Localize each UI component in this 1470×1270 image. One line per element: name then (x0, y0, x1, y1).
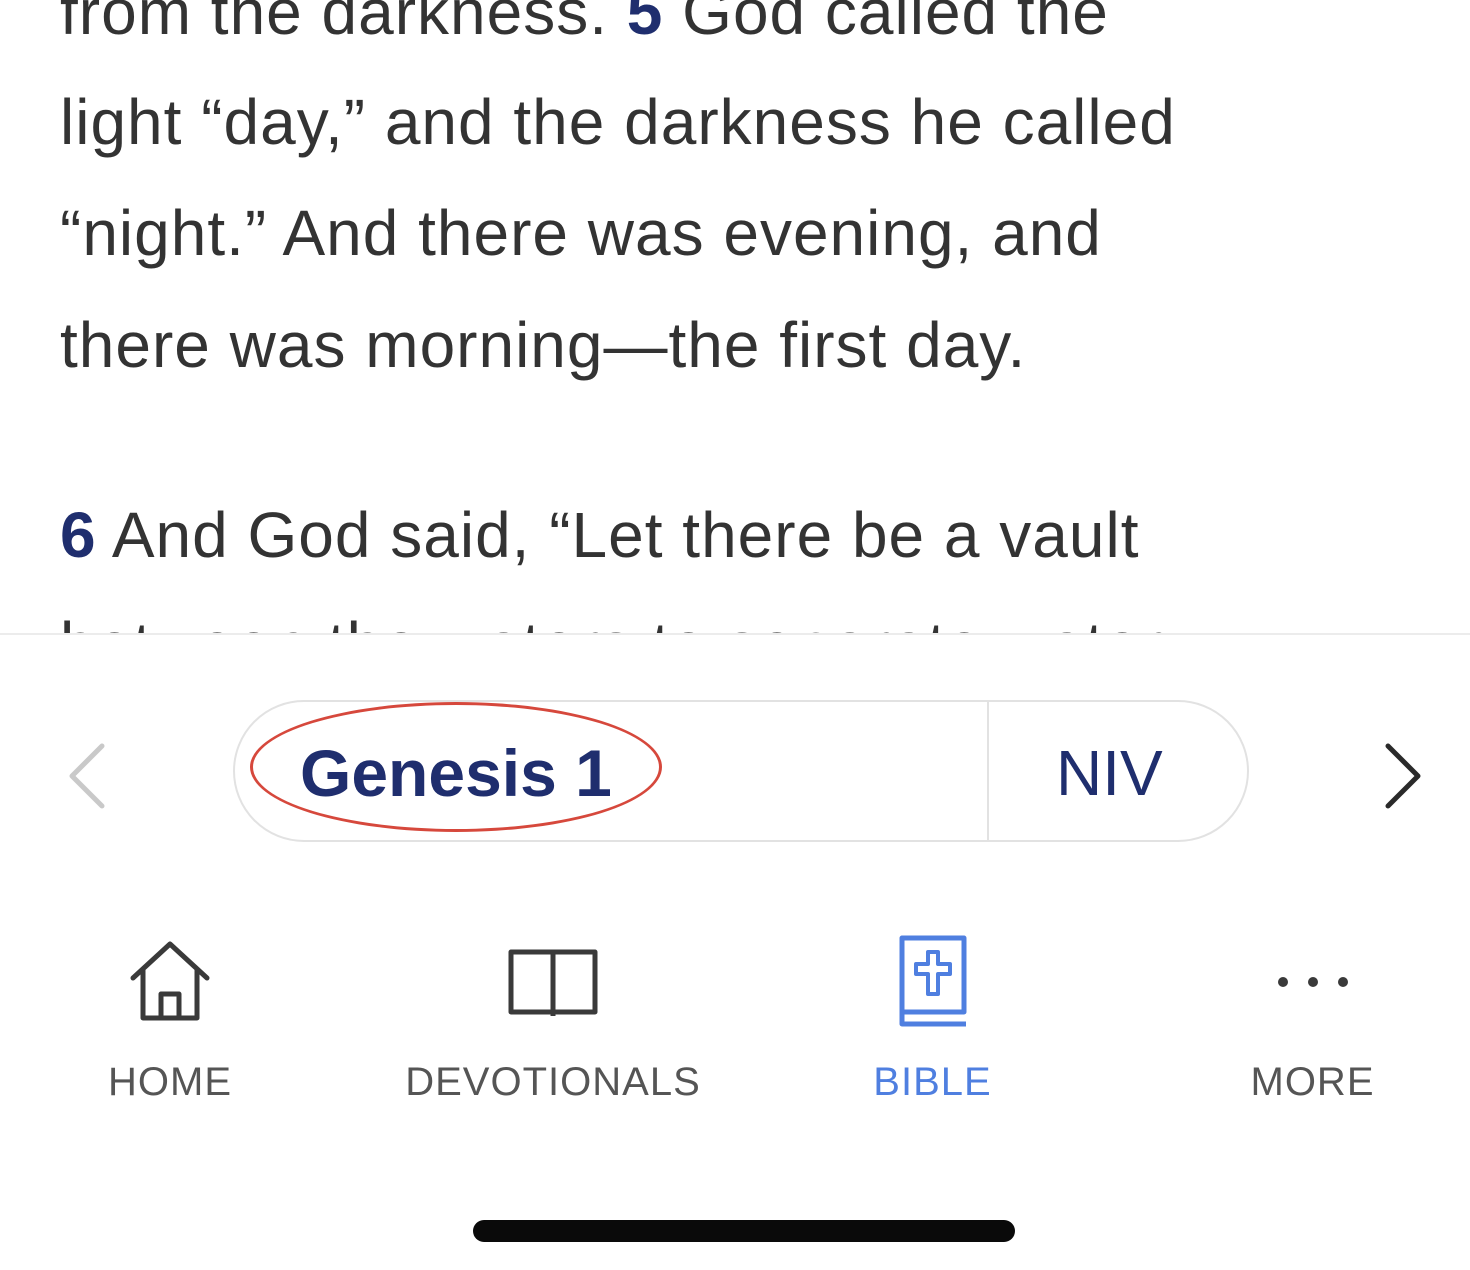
verse-number: 5 (626, 0, 664, 48)
verse-text: God called the (682, 0, 1109, 48)
verse-number: 6 (60, 499, 97, 571)
chevron-left-icon (69, 743, 105, 809)
home-indicator[interactable] (473, 1220, 1015, 1242)
divider (0, 633, 1470, 635)
tab-home[interactable]: HOME (70, 930, 270, 1120)
version-label: NIV (1056, 737, 1163, 809)
more-dots-icon (1277, 977, 1348, 987)
verse-text-line: “night.” And there was evening, and (60, 197, 1102, 269)
home-icon (130, 941, 210, 1021)
chevron-right-icon (1385, 743, 1421, 809)
verse-text-line: light “day,” and the darkness he called (60, 86, 1176, 158)
bible-icon (899, 935, 966, 1027)
tab-devotionals[interactable]: DEVOTIONALS (390, 930, 716, 1120)
bible-text-area[interactable]: from the darkness. 5 God called the ligh… (0, 0, 1470, 635)
tab-label: DEVOTIONALS (405, 1060, 701, 1104)
next-chapter-button[interactable] (1378, 740, 1428, 810)
tab-label: HOME (108, 1060, 232, 1104)
verse-text: And God said, “Let there be a vault (111, 499, 1140, 571)
tab-label: MORE (1250, 1060, 1375, 1104)
tab-label: BIBLE (873, 1060, 992, 1104)
verse-text-line: from the darkness. 5 God called the (60, 0, 1109, 52)
verse-text: from the darkness. (60, 0, 608, 48)
tab-bible[interactable]: BIBLE (840, 930, 1025, 1120)
verse-text-line: 6 And God said, “Let there be a vault (60, 495, 1139, 575)
verse-text-line: between the waters to separate water (60, 605, 1163, 635)
tab-more[interactable]: MORE (1215, 930, 1410, 1120)
open-book-icon (508, 949, 598, 1016)
book-chapter-label: Genesis 1 (300, 736, 612, 810)
previous-chapter-button[interactable] (62, 740, 112, 810)
verse-text-line: there was morning—the first day. (60, 309, 1027, 381)
